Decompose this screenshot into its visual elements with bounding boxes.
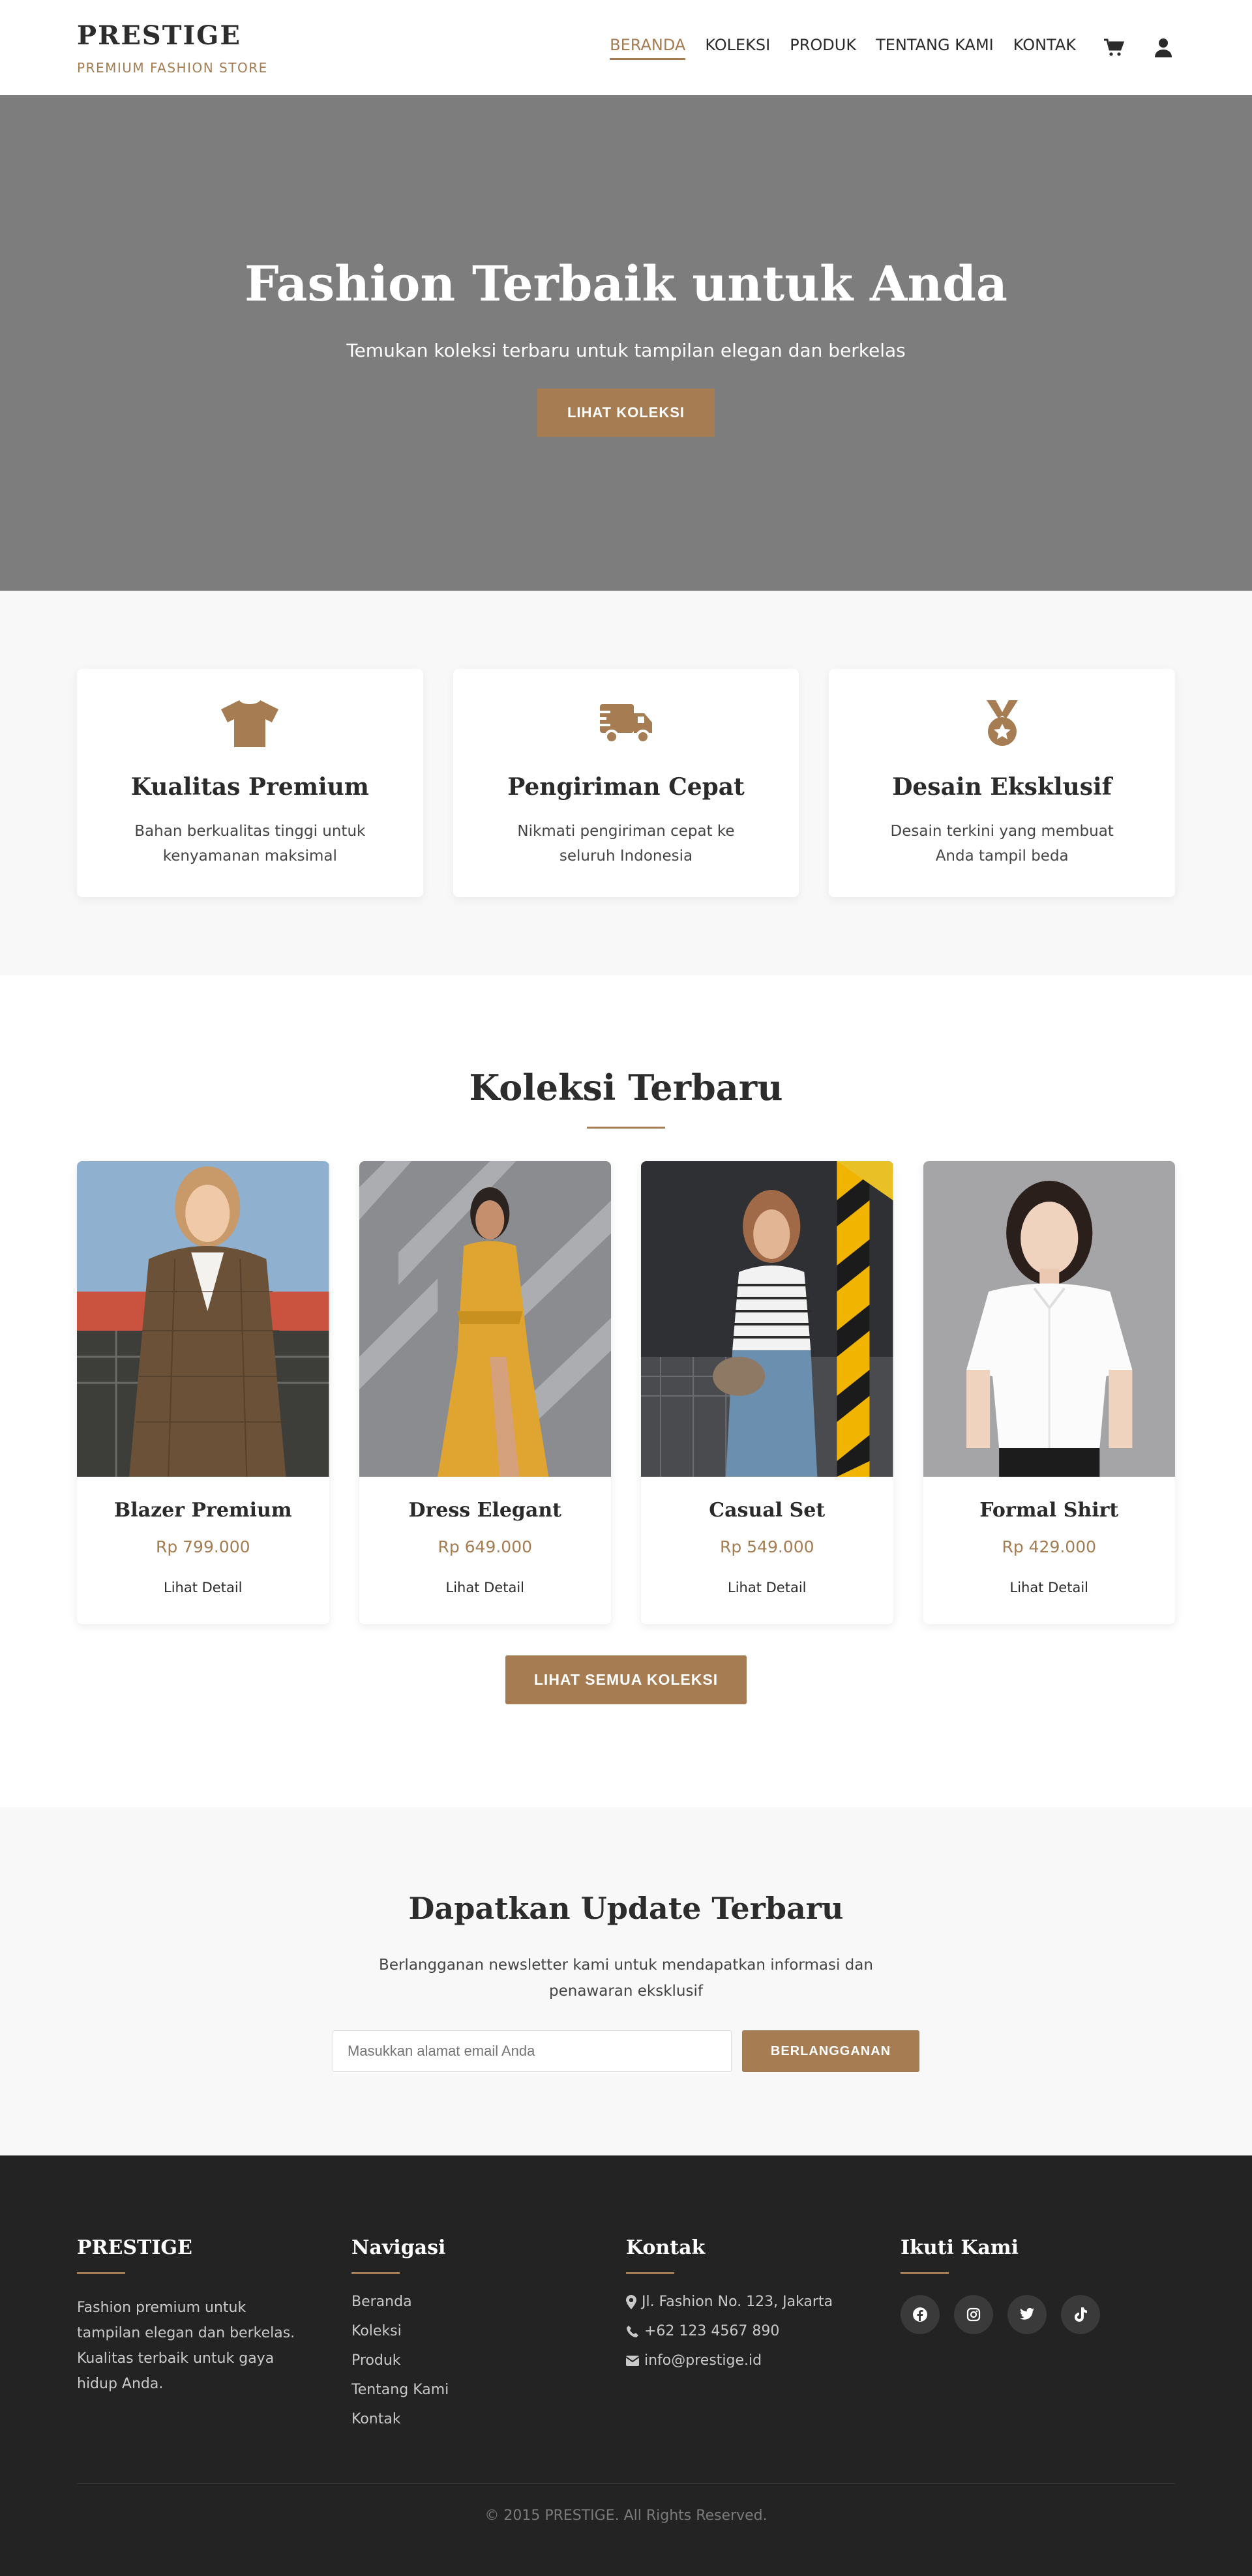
user-icon[interactable] [1152, 36, 1175, 59]
cart-icon[interactable] [1102, 36, 1125, 59]
product-image-dress[interactable] [359, 1161, 612, 1477]
feature-card-design: Desain Eksklusif Desain terkini yang mem… [829, 669, 1176, 897]
feature-card-shipping: Pengiriman Cepat Nikmati pengiriman cepa… [453, 669, 799, 897]
feature-description: Bahan berkualitas tinggi untuk kenyamana… [134, 823, 366, 865]
footer-link-kontak[interactable]: Kontak [351, 2411, 626, 2427]
view-all-collection-button[interactable]: LIHAT SEMUA KOLEKSI [505, 1655, 747, 1704]
footer-link-beranda[interactable]: Beranda [351, 2294, 626, 2310]
product-image-blazer[interactable] [77, 1161, 329, 1477]
subscribe-button[interactable]: BERLANGGANAN [742, 2030, 919, 2072]
site-footer: PRESTIGE Fashion premium untuk tampilan … [0, 2155, 1252, 2576]
main-nav: BERANDA KOLEKSI PRODUK TENTANG KAMI KONT… [610, 36, 1175, 60]
tshirt-icon [220, 699, 280, 751]
footer-divider [77, 2272, 125, 2274]
feature-title: Kualitas Premium [130, 773, 369, 801]
view-detail-link[interactable]: Lihat Detail [164, 1580, 242, 1595]
product-card[interactable]: Dress Elegant Rp 649.000 Lihat Detail [359, 1161, 612, 1624]
brand-block[interactable]: PRESTIGE PREMIUM FASHION STORE [77, 20, 268, 76]
footer-email[interactable]: info@prestige.id [626, 2352, 901, 2369]
product-price: Rp 549.000 [719, 1537, 814, 1556]
newsletter-form: BERLANGGANAN [333, 2030, 919, 2072]
collection-cta-wrap: LIHAT SEMUA KOLEKSI [77, 1624, 1175, 1704]
nav-item-koleksi[interactable]: KOLEKSI [705, 36, 770, 60]
hero-title: Fashion Terbaik untuk Anda [245, 256, 1007, 312]
product-price: Rp 429.000 [1002, 1537, 1097, 1556]
product-price: Rp 649.000 [438, 1537, 533, 1556]
footer-about-column: PRESTIGE Fashion premium untuk tampilan … [77, 2236, 351, 2440]
social-links [901, 2295, 1175, 2334]
phone-icon [627, 2325, 638, 2337]
product-card[interactable]: Casual Set Rp 549.000 Lihat Detail [641, 1161, 893, 1624]
footer-contact-heading: Kontak [626, 2236, 706, 2259]
address-text: Jl. Fashion No. 123, Jakarta [642, 2294, 833, 2310]
map-marker-icon [626, 2294, 636, 2309]
view-detail-link[interactable]: Lihat Detail [1010, 1580, 1088, 1595]
footer-address: Jl. Fashion No. 123, Jakarta [626, 2294, 901, 2310]
truck-icon [596, 699, 656, 751]
features-section: Kualitas Premium Bahan berkualitas tingg… [0, 591, 1252, 975]
newsletter-description: Berlangganan newsletter kami untuk menda… [379, 1957, 873, 2000]
footer-brand: PRESTIGE [77, 2236, 192, 2259]
phone-text: +62 123 4567 890 [644, 2323, 780, 2339]
footer-link-tentang-kami[interactable]: Tentang Kami [351, 2382, 626, 2398]
tiktok-icon[interactable] [1061, 2295, 1100, 2334]
view-detail-link[interactable]: Lihat Detail [446, 1580, 524, 1595]
footer-about-text: Fashion premium untuk tampilan elegan da… [77, 2300, 295, 2392]
email-input[interactable] [333, 2030, 732, 2072]
nav-item-produk[interactable]: PRODUK [790, 36, 856, 60]
feature-title: Pengiriman Cepat [507, 773, 745, 801]
footer-social-heading: Ikuti Kami [901, 2236, 1019, 2259]
product-price: Rp 799.000 [155, 1537, 250, 1556]
site-header: PRESTIGE PREMIUM FASHION STORE BERANDA K… [0, 0, 1252, 95]
product-card[interactable]: Formal Shirt Rp 429.000 Lihat Detail [923, 1161, 1176, 1624]
product-name: Dress Elegant [408, 1499, 562, 1522]
view-collection-button[interactable]: LIHAT KOLEKSI [537, 388, 715, 437]
product-name: Formal Shirt [979, 1499, 1119, 1522]
brand-logo-text[interactable]: PRESTIGE [77, 20, 268, 51]
product-name: Blazer Premium [113, 1499, 292, 1522]
product-image-casual[interactable] [641, 1161, 893, 1477]
nav-item-beranda[interactable]: BERANDA [610, 36, 686, 60]
feature-description: Desain terkini yang membuat Anda tampil … [890, 823, 1114, 865]
copyright: © 2015 PRESTIGE. All Rights Reserved. [77, 2483, 1175, 2524]
medal-icon [972, 699, 1032, 751]
footer-nav-heading: Navigasi [351, 2236, 446, 2259]
footer-contact-column: Kontak Jl. Fashion No. 123, Jakarta +62 … [626, 2236, 901, 2440]
footer-phone[interactable]: +62 123 4567 890 [626, 2323, 901, 2339]
collection-section: Koleksi Terbaru Blazer Premium Rp 799.00… [0, 975, 1252, 1807]
newsletter-title: Dapatkan Update Terbaru [408, 1891, 844, 1926]
nav-item-kontak[interactable]: KONTAK [1013, 36, 1076, 60]
hero-section: Fashion Terbaik untuk Anda Temukan kolek… [0, 95, 1252, 591]
product-grid: Blazer Premium Rp 799.000 Lihat Detail D… [77, 1161, 1175, 1624]
footer-link-produk[interactable]: Produk [351, 2352, 626, 2369]
product-card[interactable]: Blazer Premium Rp 799.000 Lihat Detail [77, 1161, 329, 1624]
footer-nav-column: Navigasi Beranda Koleksi Produk Tentang … [351, 2236, 626, 2440]
instagram-icon[interactable] [954, 2295, 993, 2334]
hero-subtitle: Temukan koleksi terbaru untuk tampilan e… [346, 339, 906, 361]
product-name: Casual Set [709, 1499, 826, 1522]
title-divider [587, 1127, 665, 1129]
footer-divider [626, 2272, 674, 2274]
feature-description: Nikmati pengiriman cepat ke seluruh Indo… [517, 823, 735, 865]
footer-link-koleksi[interactable]: Koleksi [351, 2323, 626, 2339]
brand-tagline: PREMIUM FASHION STORE [77, 59, 268, 76]
twitter-icon[interactable] [1007, 2295, 1047, 2334]
email-text: info@prestige.id [644, 2352, 762, 2369]
feature-card-quality: Kualitas Premium Bahan berkualitas tingg… [77, 669, 423, 897]
feature-title: Desain Eksklusif [892, 773, 1112, 801]
collection-title: Koleksi Terbaru [469, 1067, 783, 1108]
footer-divider [351, 2272, 400, 2274]
nav-item-tentang-kami[interactable]: TENTANG KAMI [876, 36, 994, 60]
footer-divider [901, 2272, 949, 2274]
footer-social-column: Ikuti Kami [901, 2236, 1175, 2440]
product-image-shirt[interactable] [923, 1161, 1176, 1477]
newsletter-section: Dapatkan Update Terbaru Berlangganan new… [0, 1807, 1252, 2155]
facebook-icon[interactable] [901, 2295, 940, 2334]
envelope-icon [626, 2355, 639, 2366]
view-detail-link[interactable]: Lihat Detail [728, 1580, 806, 1595]
